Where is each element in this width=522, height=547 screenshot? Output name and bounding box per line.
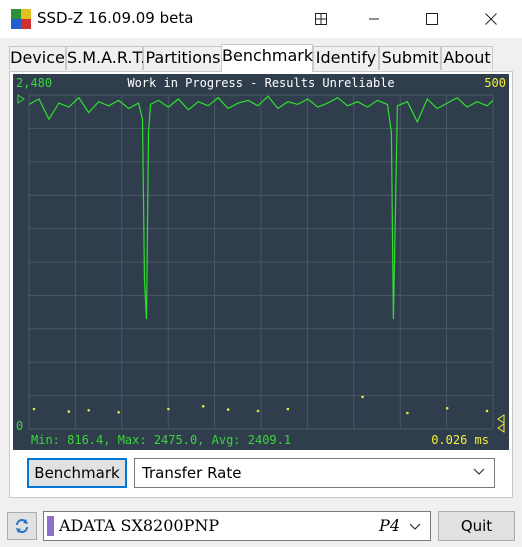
title-bar: SSD-Z 16.09.09 beta	[0, 0, 522, 38]
left-axis-min-label: 0	[16, 419, 23, 433]
benchmark-button[interactable]: Benchmark	[27, 458, 127, 488]
tab-partitions[interactable]: Partitions	[143, 46, 223, 70]
latency-point	[256, 409, 260, 413]
tab-device[interactable]: Device	[9, 46, 66, 70]
benchmark-chart-svg: Work in Progress - Results Unreliable 2,…	[16, 76, 506, 447]
maximize-icon[interactable]	[409, 0, 455, 38]
chart-title: Work in Progress - Results Unreliable	[127, 76, 394, 90]
left-axis-max-label: 2,480	[16, 76, 52, 90]
latency-point	[32, 407, 36, 411]
latency-point	[67, 410, 71, 413]
chevron-down-icon	[409, 523, 421, 530]
refresh-button[interactable]	[7, 512, 37, 540]
drive-name: ADATA SX8200PNP	[59, 516, 220, 535]
tab-about[interactable]: About	[441, 46, 493, 70]
minimize-icon[interactable]	[351, 0, 397, 38]
right-axis-min-marker-2	[497, 423, 505, 433]
left-axis-max-marker	[17, 94, 25, 104]
benchmark-stats: Min: 816.4, Max: 2475.0, Avg: 2409.1	[31, 433, 291, 447]
tab-submit[interactable]: Submit	[379, 46, 441, 70]
latency-point	[485, 409, 489, 413]
refresh-icon	[16, 519, 28, 533]
tab-identify[interactable]: Identify	[313, 46, 379, 70]
drive-interface: P4	[379, 516, 400, 535]
latency-point	[406, 411, 409, 415]
tab-smart[interactable]: S.M.A.R.T.	[66, 46, 145, 70]
chevron-down-icon	[473, 468, 485, 475]
latency-point	[201, 405, 205, 408]
latency-point	[286, 407, 290, 411]
drive-select[interactable]: ADATA SX8200PNP P4	[43, 511, 431, 541]
right-axis-max-label: 500	[484, 76, 506, 90]
benchmark-chart: Work in Progress - Results Unreliable 2,…	[13, 74, 509, 450]
pin-window-icon[interactable]	[298, 0, 344, 38]
close-icon[interactable]	[468, 0, 514, 38]
quit-button[interactable]: Quit	[438, 511, 515, 541]
latency-point	[226, 408, 230, 411]
latency-point	[167, 407, 170, 411]
latency-value: 0.026 ms	[431, 433, 489, 447]
drive-color-swatch	[47, 516, 54, 536]
window-title: SSD-Z 16.09.09 beta	[37, 9, 194, 27]
app-icon	[11, 9, 31, 29]
benchmark-mode-select[interactable]: Transfer Rate	[134, 458, 495, 488]
latency-point	[87, 409, 90, 412]
latency-point	[117, 411, 120, 414]
latency-point	[361, 395, 364, 399]
tab-benchmark[interactable]: Benchmark	[221, 44, 313, 72]
latency-point	[445, 407, 449, 410]
benchmark-mode-value: Transfer Rate	[142, 464, 242, 482]
right-axis-min-marker	[497, 414, 505, 424]
